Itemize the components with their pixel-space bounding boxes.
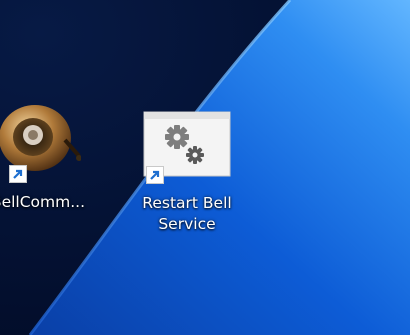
desktop-icon-label: Restart Bell Service: [142, 194, 232, 233]
desktop-icon-restart-bell-service[interactable]: Restart Bell Service: [137, 111, 237, 235]
desktop: BellComm... Restart Bell Service: [0, 0, 410, 335]
shortcut-arrow-icon: [146, 166, 164, 184]
desktop-icon-label: BellComm...: [0, 193, 86, 211]
desktop-icon-bellcomm[interactable]: BellComm...: [0, 104, 88, 213]
shortcut-arrow-icon: [9, 165, 27, 183]
